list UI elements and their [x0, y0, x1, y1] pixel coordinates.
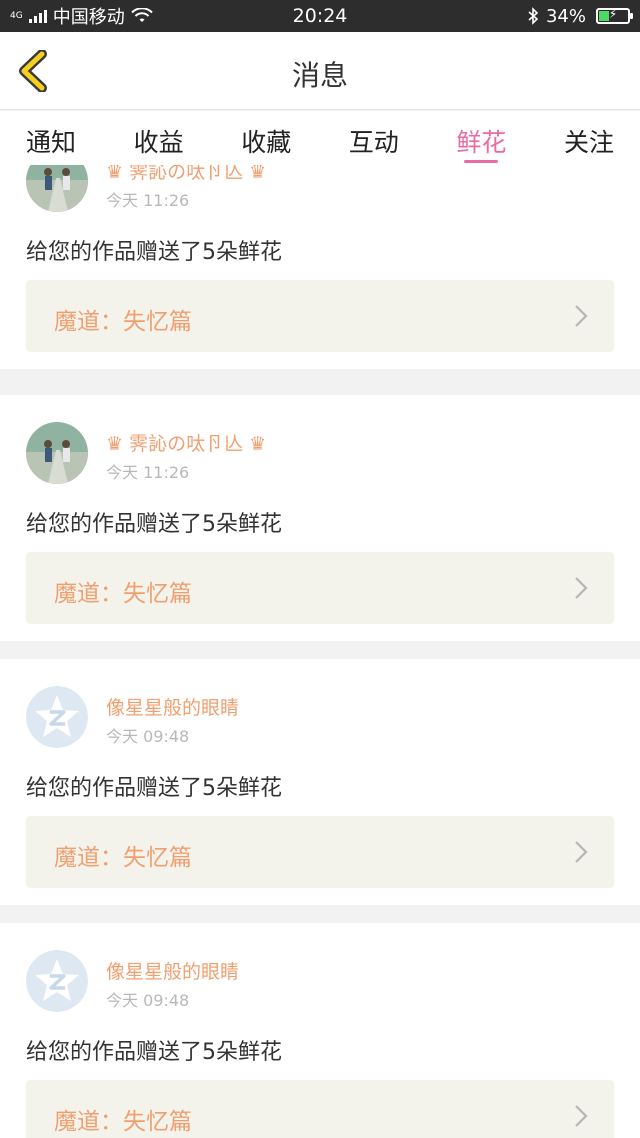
status-bar: 4G 中国移动 20:24 34% ⚡ — [0, 0, 640, 32]
chevron-right-icon — [575, 841, 588, 863]
tab-bar: 通知 收益 收藏 互动 鲜花 关注 — [0, 111, 640, 165]
username[interactable]: 像星星般的眼睛 — [106, 693, 239, 720]
signal-icon — [28, 9, 47, 23]
status-left: 4G 中国移动 — [10, 3, 153, 29]
default-avatar-icon — [26, 950, 88, 1012]
status-right: 34% ⚡ — [526, 5, 633, 27]
user-avatar[interactable] — [26, 422, 88, 484]
message-card: 像星星般的眼睛 今天 09:48 给您的作品赠送了5朵鲜花 魔道：失忆篇 — [0, 659, 640, 905]
tab-flowers[interactable]: 鲜花 — [456, 111, 506, 165]
charging-bolt-icon: ⚡ — [608, 7, 618, 21]
tab-notifications[interactable]: 通知 — [26, 111, 76, 165]
message-time: 今天 09:48 — [106, 991, 190, 1010]
network-type: 4G — [10, 10, 23, 21]
bluetooth-icon — [528, 7, 539, 25]
carrier-name: 中国移动 — [52, 7, 125, 28]
work-title: 魔道：失忆篇 — [54, 1109, 192, 1135]
photo-avatar-icon — [26, 422, 88, 484]
work-title: 魔道：失忆篇 — [54, 309, 192, 335]
app-header: 消息 — [0, 32, 640, 110]
message-time: 今天 11:26 — [106, 191, 190, 210]
message-text: 给您的作品赠送了5朵鲜花 — [26, 776, 282, 801]
message-text: 给您的作品赠送了5朵鲜花 — [26, 240, 282, 265]
work-link[interactable]: 魔道：失忆篇 — [26, 816, 614, 888]
message-card: 像星星般的眼睛 今天 09:48 给您的作品赠送了5朵鲜花 魔道：失忆篇 — [0, 923, 640, 1138]
tab-interactions[interactable]: 互动 — [349, 111, 399, 165]
work-link[interactable]: 魔道：失忆篇 — [26, 280, 614, 352]
wifi-icon — [130, 8, 153, 22]
chevron-right-icon — [575, 1105, 588, 1127]
battery-icon: ⚡ — [596, 7, 633, 24]
user-avatar[interactable] — [26, 165, 88, 212]
message-time: 今天 09:48 — [106, 727, 190, 746]
username[interactable]: 像星星般的眼睛 — [106, 957, 239, 984]
message-card: ♛ 霁訫の呔卪亾 ♛ 今天 11:26 给您的作品赠送了5朵鲜花 魔道：失忆篇 — [0, 165, 640, 369]
tab-following[interactable]: 关注 — [564, 111, 614, 165]
user-avatar[interactable] — [26, 686, 88, 748]
tab-earnings[interactable]: 收益 — [134, 111, 184, 165]
work-title: 魔道：失忆篇 — [54, 845, 192, 871]
work-link[interactable]: 魔道：失忆篇 — [26, 552, 614, 624]
username[interactable]: ♛ 霁訫の呔卪亾 ♛ — [106, 429, 266, 456]
tab-favorites[interactable]: 收藏 — [241, 111, 291, 165]
username[interactable]: ♛ 霁訫の呔卪亾 ♛ — [106, 165, 266, 184]
battery-percent: 34% — [545, 5, 586, 27]
photo-avatar-icon — [26, 165, 88, 212]
message-time: 今天 11:26 — [106, 463, 190, 482]
user-avatar[interactable] — [26, 950, 88, 1012]
message-list[interactable]: ♛ 霁訫の呔卪亾 ♛ 今天 11:26 给您的作品赠送了5朵鲜花 魔道：失忆篇 … — [0, 165, 640, 1138]
message-text: 给您的作品赠送了5朵鲜花 — [26, 512, 282, 537]
work-link[interactable]: 魔道：失忆篇 — [26, 1080, 614, 1138]
default-avatar-icon — [26, 686, 88, 748]
chevron-right-icon — [575, 305, 588, 327]
page-title: 消息 — [291, 59, 348, 92]
message-text: 给您的作品赠送了5朵鲜花 — [26, 1040, 282, 1065]
chevron-right-icon — [575, 577, 588, 599]
work-title: 魔道：失忆篇 — [54, 581, 192, 607]
message-card: ♛ 霁訫の呔卪亾 ♛ 今天 11:26 给您的作品赠送了5朵鲜花 魔道：失忆篇 — [0, 395, 640, 641]
